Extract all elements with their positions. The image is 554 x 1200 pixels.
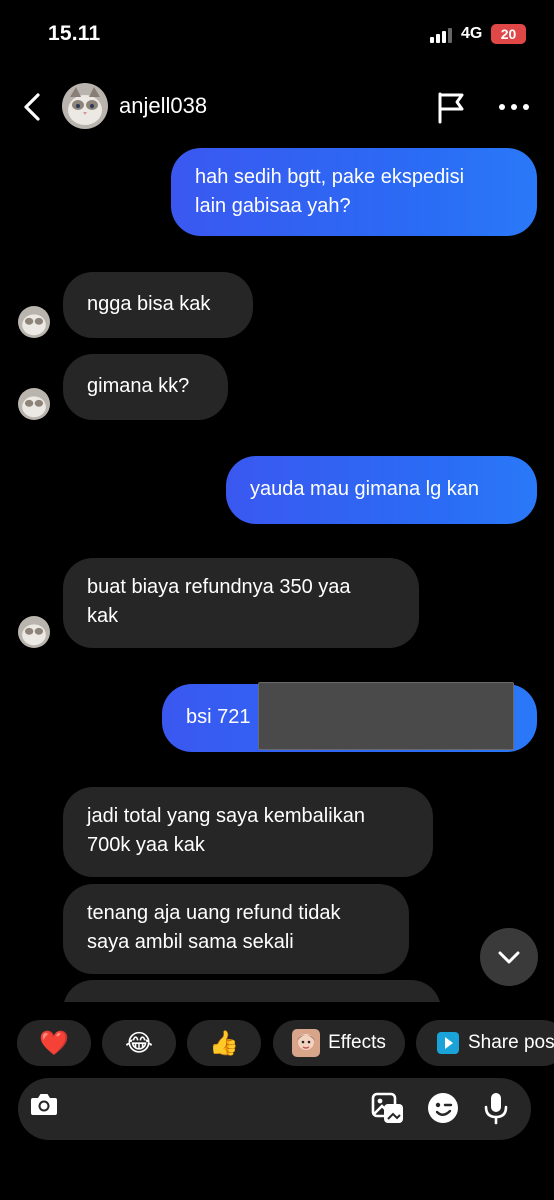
react-thumbs-up-button[interactable]: 👍 xyxy=(187,1020,261,1066)
status-bar: 15.11 4G 20 xyxy=(0,0,554,70)
camera-button[interactable] xyxy=(22,1082,66,1126)
message-outgoing[interactable]: hah sedih bgtt, pake ekspedisi lain gabi… xyxy=(171,148,537,236)
camera-icon xyxy=(31,1094,57,1115)
cat-avatar-icon xyxy=(62,83,108,129)
more-options-icon[interactable] xyxy=(496,92,532,122)
cat-avatar-icon xyxy=(18,616,50,648)
effects-button[interactable]: Effects xyxy=(273,1020,405,1066)
heart-icon: ❤️ xyxy=(39,1029,69,1057)
chat-username[interactable]: anjell038 xyxy=(119,93,207,119)
signal-icon xyxy=(430,28,454,43)
avatar[interactable] xyxy=(18,616,50,648)
quick-reactions-bar: ❤️ 😂 👍 Effects Share pos xyxy=(0,1020,554,1068)
message-incoming[interactable]: gimana kk? xyxy=(63,354,228,420)
avatar[interactable] xyxy=(62,83,108,129)
effects-label: Effects xyxy=(328,1032,386,1053)
message-outgoing[interactable]: yauda mau gimana lg kan xyxy=(226,456,537,524)
avatar[interactable] xyxy=(18,388,50,420)
cat-avatar-icon xyxy=(18,306,50,338)
share-post-button[interactable]: Share pos xyxy=(416,1020,554,1066)
thumbs-up-icon: 👍 xyxy=(209,1029,239,1057)
message-incoming[interactable]: buat biaya refundnya 350 yaa kak xyxy=(63,558,419,648)
network-type: 4G xyxy=(461,25,483,42)
flag-icon[interactable] xyxy=(434,90,468,124)
chevron-down-icon xyxy=(498,951,520,964)
chat-header: anjell038 xyxy=(0,72,554,142)
avatar[interactable] xyxy=(18,306,50,338)
sticker-icon[interactable] xyxy=(425,1090,461,1126)
message-thread[interactable]: hah sedih bgtt, pake ekspedisi lain gabi… xyxy=(0,142,554,1002)
message-incoming[interactable]: jadi total yang saya kembalikan 700k yaa… xyxy=(63,787,433,877)
effects-icon xyxy=(292,1029,321,1057)
back-arrow-icon[interactable] xyxy=(18,90,48,124)
react-heart-button[interactable]: ❤️ xyxy=(17,1020,91,1066)
gallery-icon[interactable] xyxy=(370,1090,406,1126)
share-post-label: Share pos xyxy=(468,1032,554,1053)
message-incoming[interactable]: tenang aja uang refund tidak saya ambil … xyxy=(63,884,409,974)
message-incoming[interactable]: ngga bisa kak xyxy=(63,272,253,338)
scroll-down-button[interactable] xyxy=(480,928,538,986)
status-time: 15.11 xyxy=(48,22,101,45)
microphone-icon[interactable] xyxy=(478,1090,514,1126)
laugh-cry-icon: 😂 xyxy=(124,1029,154,1057)
message-incoming-partial[interactable] xyxy=(63,980,441,1002)
cat-avatar-icon xyxy=(18,388,50,420)
redaction-overlay xyxy=(258,682,514,750)
message-composer[interactable] xyxy=(18,1078,531,1140)
share-icon xyxy=(437,1032,459,1054)
react-laugh-button[interactable]: 😂 xyxy=(102,1020,176,1066)
battery-icon: 20 xyxy=(491,24,526,44)
